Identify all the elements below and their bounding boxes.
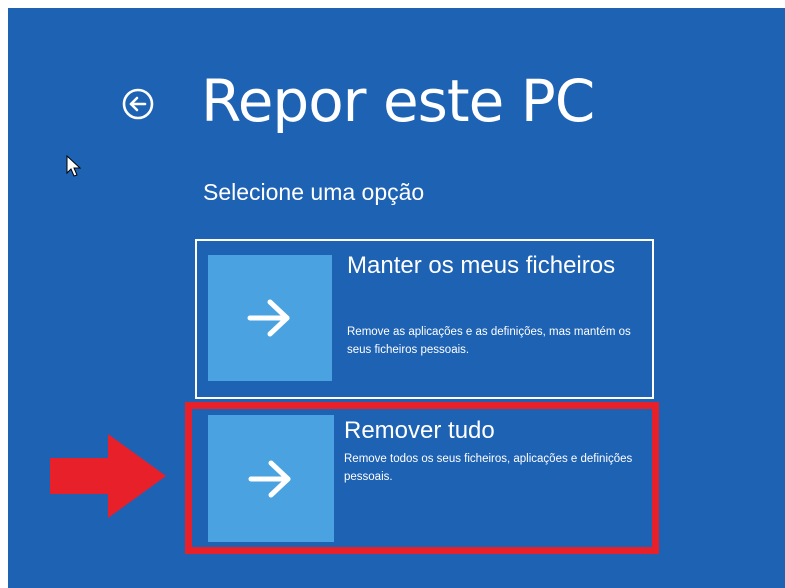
red-pointer-arrow-icon	[50, 434, 166, 518]
option-keep-files[interactable]: Manter os meus ficheiros Remove as aplic…	[195, 239, 654, 399]
option-description: Remove as aplicações e as definições, ma…	[347, 326, 631, 356]
back-arrow-circle-icon	[122, 88, 154, 120]
option-remove-all[interactable]: Remover tudo Remove todos os seus fichei…	[195, 410, 654, 550]
option-title: Remover tudo	[344, 417, 495, 444]
option-title: Manter os meus ficheiros	[347, 252, 616, 279]
back-button[interactable]	[120, 86, 156, 122]
option-description: Remove todos os seus ficheiros, aplicaçõ…	[344, 453, 633, 483]
arrow-right-icon	[248, 460, 291, 497]
page-title: Repor este PC	[201, 67, 595, 135]
arrow-right-icon	[247, 299, 290, 337]
subtitle: Selecione uma opção	[203, 179, 425, 205]
option-tile	[208, 255, 332, 381]
mouse-cursor-icon	[66, 155, 82, 177]
option-tile	[208, 415, 334, 542]
